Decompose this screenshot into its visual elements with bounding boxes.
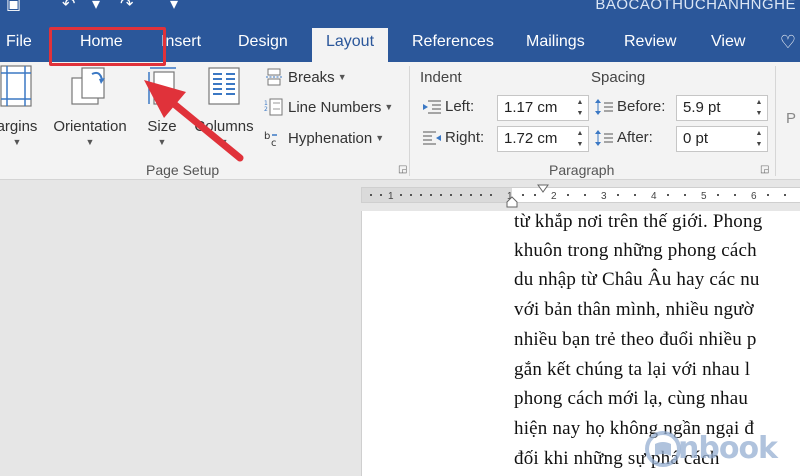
spinner-arrows-icon[interactable]: ▲ ▼ <box>575 128 585 150</box>
ruler-tick: 2 <box>551 191 557 202</box>
columns-label: Columns <box>194 118 254 135</box>
paragraph-group-label: Paragraph <box>549 162 615 178</box>
orientation-icon <box>71 67 105 105</box>
chevron-down-icon: ▼ <box>384 102 394 112</box>
tab-mailings[interactable]: Mailings <box>520 31 591 62</box>
hyphenation-button[interactable]: bc Hyphenation ▼ <box>264 129 385 150</box>
line-numbers-label: Line Numbers <box>288 98 382 116</box>
spinner-arrows-icon[interactable]: ▲ ▼ <box>754 97 764 119</box>
document-line: từ khắp nơi trên thế giới. Phong <box>514 211 763 232</box>
indent-title: Indent <box>420 69 462 86</box>
tab-layout[interactable]: Layout <box>312 28 388 62</box>
chevron-down-icon: ▼ <box>12 137 22 147</box>
chevron-down-icon: ▼ <box>219 137 229 147</box>
home-tab-highlight <box>49 27 166 66</box>
book-logo-icon <box>645 431 681 467</box>
tab-design[interactable]: Design <box>232 31 294 62</box>
indent-right-input[interactable]: 1.72 cm ▲ ▼ <box>497 126 589 152</box>
ruler-tick: 5 <box>701 191 707 202</box>
ruler-tick: 6 <box>751 191 757 202</box>
ruler-tick: 3 <box>601 191 607 202</box>
columns-icon <box>208 67 240 105</box>
margins-button[interactable]: argins ▼ <box>0 64 48 147</box>
document-line: du nhập từ Châu Âu hay các nu <box>514 269 760 290</box>
page-setup-launcher-icon[interactable]: ◲ <box>398 164 407 175</box>
chevron-down-icon: ▼ <box>375 133 385 143</box>
indent-right-icon <box>422 130 442 146</box>
orientation-button[interactable]: Orientation ▼ <box>48 64 132 147</box>
group-divider <box>409 66 410 176</box>
document-line: với bản thân mình, nhiều ngườ <box>514 299 754 320</box>
redo-icon[interactable]: ↷ <box>120 0 133 13</box>
indent-left-label: Left: <box>422 98 474 115</box>
tab-review[interactable]: Review <box>618 31 682 62</box>
indent-right-label: Right: <box>422 129 484 146</box>
size-label: Size <box>147 118 177 135</box>
spinner-arrows-icon[interactable]: ▲ ▼ <box>754 128 764 150</box>
group-divider <box>775 66 776 176</box>
line-numbers-icon: 12 <box>264 98 284 116</box>
ruler-tick: 4 <box>651 191 657 202</box>
undo-icon[interactable]: ↶ <box>62 0 75 13</box>
watermark-logo: nbook <box>640 426 800 476</box>
watermark-text: nbook <box>678 431 778 466</box>
hyphenation-label: Hyphenation <box>288 129 373 147</box>
spacing-after-label: After: <box>594 129 653 146</box>
document-line: phong cách mới lạ, cùng nhau <box>514 388 749 409</box>
spacing-before-label: Before: <box>594 98 665 115</box>
size-icon <box>148 67 176 105</box>
next-group-partial: P <box>786 110 797 127</box>
svg-text:b: b <box>264 131 270 142</box>
ruler-tick: 1 <box>388 191 394 202</box>
spacing-title: Spacing <box>591 69 646 86</box>
spacing-after-input[interactable]: 0 pt ▲ ▼ <box>676 126 768 152</box>
spinner-arrows-icon[interactable]: ▲ ▼ <box>575 97 585 119</box>
document-line: gắn kết chúng ta lại với nhau l <box>514 359 751 380</box>
ribbon: argins ▼ Orientation ▼ Size ▼ Columns ▼ … <box>0 62 800 180</box>
svg-text:2: 2 <box>264 106 268 113</box>
spacing-after-icon <box>594 129 614 146</box>
columns-button[interactable]: Columns ▼ <box>190 64 258 147</box>
paragraph-launcher-icon[interactable]: ◲ <box>760 164 769 175</box>
spacing-before-icon <box>594 98 614 115</box>
save-icon[interactable]: ▣ <box>6 0 21 13</box>
indent-left-icon <box>422 99 442 115</box>
document-title: BAOCAOTHUCHANHNGHE <box>595 0 796 13</box>
document-line: nhiều bạn trẻ theo đuổi nhiều p <box>514 329 757 350</box>
chevron-down-icon: ▼ <box>337 72 347 82</box>
indent-left-input[interactable]: 1.17 cm ▲ ▼ <box>497 95 589 121</box>
size-button[interactable]: Size ▼ <box>138 64 186 147</box>
hyphenation-icon: bc <box>264 129 284 149</box>
undo-dropdown-icon[interactable]: ▾ <box>92 0 100 13</box>
breaks-label: Breaks <box>288 68 335 86</box>
customize-qat-icon[interactable]: ▾ <box>170 0 178 13</box>
line-numbers-button[interactable]: 12 Line Numbers ▼ <box>264 98 393 116</box>
spacing-before-input[interactable]: 5.9 pt ▲ ▼ <box>676 95 768 121</box>
tell-me-icon[interactable]: ♡ <box>778 32 798 56</box>
document-line: khuôn trong những phong cách <box>514 240 757 261</box>
orientation-label: Orientation <box>53 118 127 135</box>
first-line-indent-marker-icon[interactable] <box>537 184 549 194</box>
horizontal-ruler[interactable]: 1 1 2 3 4 5 6 <box>361 184 800 208</box>
tab-references[interactable]: References <box>406 31 500 62</box>
chevron-down-icon: ▼ <box>157 137 167 147</box>
breaks-button[interactable]: Breaks ▼ <box>264 68 347 86</box>
tab-file[interactable]: File <box>0 31 38 62</box>
chevron-down-icon: ▼ <box>85 137 95 147</box>
margins-label: argins <box>0 118 38 135</box>
breaks-icon <box>264 68 284 86</box>
margins-icon <box>0 65 32 107</box>
tab-view[interactable]: View <box>705 31 751 62</box>
hanging-indent-marker-icon[interactable] <box>506 196 518 208</box>
page-setup-group-label: Page Setup <box>146 162 220 178</box>
svg-text:c: c <box>271 138 277 147</box>
